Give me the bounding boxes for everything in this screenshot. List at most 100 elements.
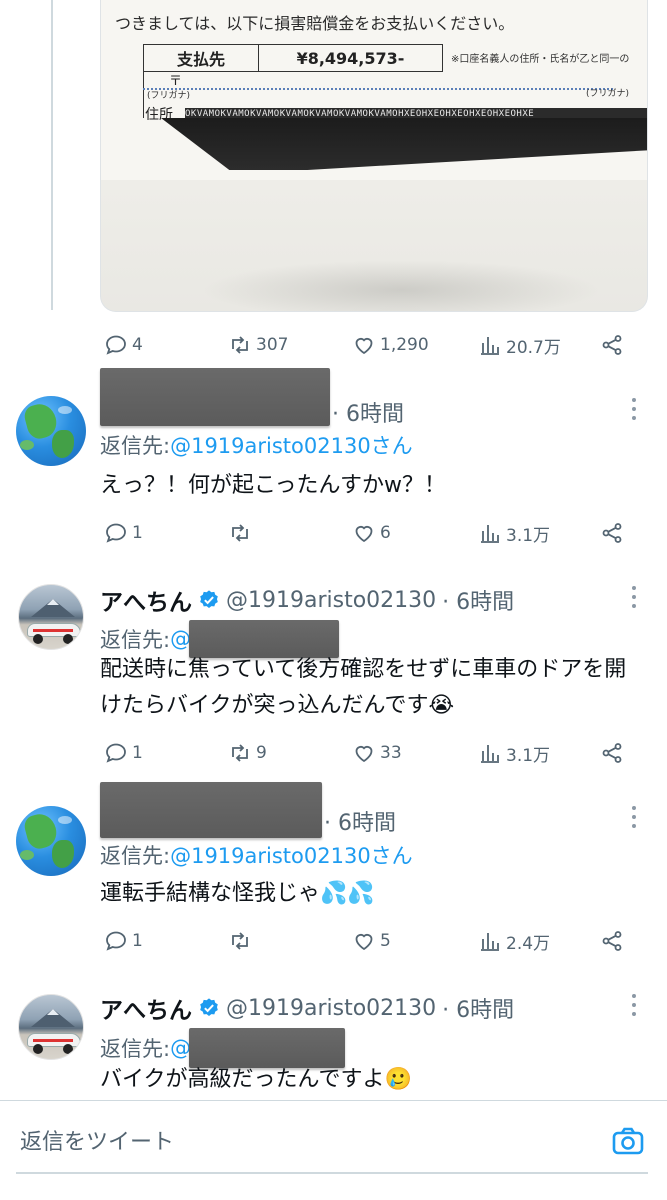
- views-icon: [481, 525, 499, 543]
- retweet-icon: [232, 524, 248, 542]
- reply-to-label: 返信先:: [100, 434, 171, 458]
- heart-icon: [355, 525, 373, 543]
- retweet-button[interactable]: [228, 929, 256, 953]
- document-shadow: [201, 260, 601, 311]
- views-button[interactable]: 3.1万: [478, 521, 550, 546]
- share-button[interactable]: [600, 333, 624, 357]
- reply-to-handle[interactable]: @1919aristo02130さん: [170, 430, 413, 460]
- share-button[interactable]: [600, 929, 624, 953]
- avatar[interactable]: [16, 396, 86, 466]
- document-payee-label: 支払先: [144, 45, 259, 71]
- verified-badge-icon: [200, 590, 218, 608]
- tweet-header: アへちん @1919aristo02130 · 6時間: [100, 583, 514, 617]
- share-button[interactable]: [600, 741, 624, 765]
- reply-button[interactable]: 1: [104, 741, 143, 765]
- camera-icon[interactable]: [612, 1126, 644, 1156]
- like-count: 1,290: [380, 335, 429, 355]
- retweet-icon: [232, 744, 248, 762]
- reply-to-handle[interactable]: @1919aristo02130さん: [170, 840, 413, 870]
- user-handle[interactable]: @1919aristo02130: [226, 996, 436, 1021]
- display-name[interactable]: アへちん: [100, 583, 192, 617]
- like-count: 6: [380, 523, 391, 543]
- more-icon[interactable]: [630, 994, 638, 1016]
- avatar[interactable]: [18, 584, 84, 650]
- like-button[interactable]: 33: [352, 741, 402, 765]
- document-amount: ¥8,494,573-: [296, 48, 405, 68]
- tweet-time[interactable]: · 6時間: [442, 992, 514, 1024]
- more-icon[interactable]: [630, 586, 638, 608]
- share-icon: [602, 335, 622, 355]
- views-icon: [481, 745, 499, 763]
- reply-count: 4: [132, 335, 143, 355]
- avatar-car-wheel: [33, 1044, 43, 1054]
- globe-land: [20, 440, 34, 450]
- reply-to-handle[interactable]: @: [170, 1036, 191, 1060]
- reply-to: 返信先: @1919aristo02130さん: [100, 840, 413, 870]
- avatar-car-wheel: [33, 634, 43, 644]
- redacted-username: [100, 368, 330, 426]
- reply-button[interactable]: 4: [104, 333, 143, 357]
- reply-icon: [106, 743, 126, 763]
- document-furigana-left: (フリガナ): [147, 91, 191, 101]
- globe-land: [52, 840, 74, 868]
- tweet-photo[interactable]: つきましては、以下に損害賠償金をお支払いください。 支払先 ¥8,494,573…: [100, 0, 648, 312]
- reply-count: 1: [132, 931, 143, 951]
- tweet-time[interactable]: · 6時間: [324, 805, 396, 837]
- reply-button[interactable]: 1: [104, 521, 143, 545]
- like-count: 33: [380, 743, 402, 763]
- like-button[interactable]: 5: [352, 929, 391, 953]
- tweet-text: 運転手結構な怪我じゃ💦💦: [100, 881, 375, 906]
- avatar-snowcap: [47, 599, 59, 605]
- document-payee-table: 支払先 ¥8,494,573-: [143, 44, 443, 72]
- retweet-button[interactable]: 9: [228, 741, 267, 765]
- views-button[interactable]: 20.7万: [478, 333, 561, 358]
- tweet-text: 配送時に焦っていて後方確認をせずに車車のドアを開けたらバイクが突っ込んだんです😭: [100, 657, 627, 718]
- like-button[interactable]: 1,290: [352, 333, 429, 357]
- tweet-header: アへちん @1919aristo02130 · 6時間: [100, 991, 514, 1025]
- avatar-car-wheel: [63, 634, 73, 644]
- retweet-count: 9: [256, 743, 267, 763]
- reply-input[interactable]: 返信をツイート: [20, 1124, 174, 1156]
- thread-line: [51, 0, 53, 310]
- view-count: 3.1万: [506, 745, 551, 766]
- document-dotted-line: [143, 88, 613, 90]
- display-name[interactable]: アへちん: [100, 991, 192, 1025]
- tweet-actions: 4 307 1,290 20.7万: [100, 330, 640, 360]
- retweet-button[interactable]: 307: [228, 333, 288, 357]
- views-button[interactable]: 2.4万: [478, 929, 550, 954]
- avatar[interactable]: [16, 806, 86, 876]
- share-icon: [602, 523, 622, 543]
- more-icon[interactable]: [630, 398, 638, 420]
- like-button[interactable]: 6: [352, 521, 391, 545]
- reply-input-underline: [16, 1172, 648, 1174]
- verified-badge-icon: [200, 998, 218, 1016]
- document-postal-mark: 〒: [169, 74, 183, 89]
- globe-shine: [58, 816, 72, 824]
- reply-to-label: 返信先:: [100, 1037, 171, 1061]
- heart-icon: [355, 933, 373, 951]
- reply-icon: [106, 523, 126, 543]
- reply-count: 1: [132, 523, 143, 543]
- avatar-car-stripe: [33, 1039, 73, 1042]
- tweet-time[interactable]: · 6時間: [332, 396, 404, 428]
- reply-to-handle[interactable]: @: [170, 627, 191, 651]
- redacted-username: [100, 782, 322, 838]
- more-icon[interactable]: [630, 806, 638, 828]
- tweet-actions: 1 9 33 3.1万: [100, 738, 640, 768]
- avatar[interactable]: [18, 994, 84, 1060]
- views-button[interactable]: 3.1万: [478, 741, 550, 766]
- reply-button[interactable]: 1: [104, 929, 143, 953]
- retweet-button[interactable]: [228, 521, 256, 545]
- reply-to-label: 返信先:: [100, 844, 171, 868]
- reply-icon: [106, 931, 126, 951]
- globe-land: [52, 430, 74, 458]
- user-handle[interactable]: @1919aristo02130: [226, 588, 436, 613]
- reply-count: 1: [132, 743, 143, 763]
- tweet-time[interactable]: · 6時間: [442, 584, 514, 616]
- view-count: 3.1万: [506, 525, 551, 546]
- share-button[interactable]: [600, 521, 624, 545]
- heart-icon: [355, 745, 373, 763]
- tweet-header: · 6時間: [100, 782, 396, 838]
- like-count: 5: [380, 931, 391, 951]
- share-icon: [602, 743, 622, 763]
